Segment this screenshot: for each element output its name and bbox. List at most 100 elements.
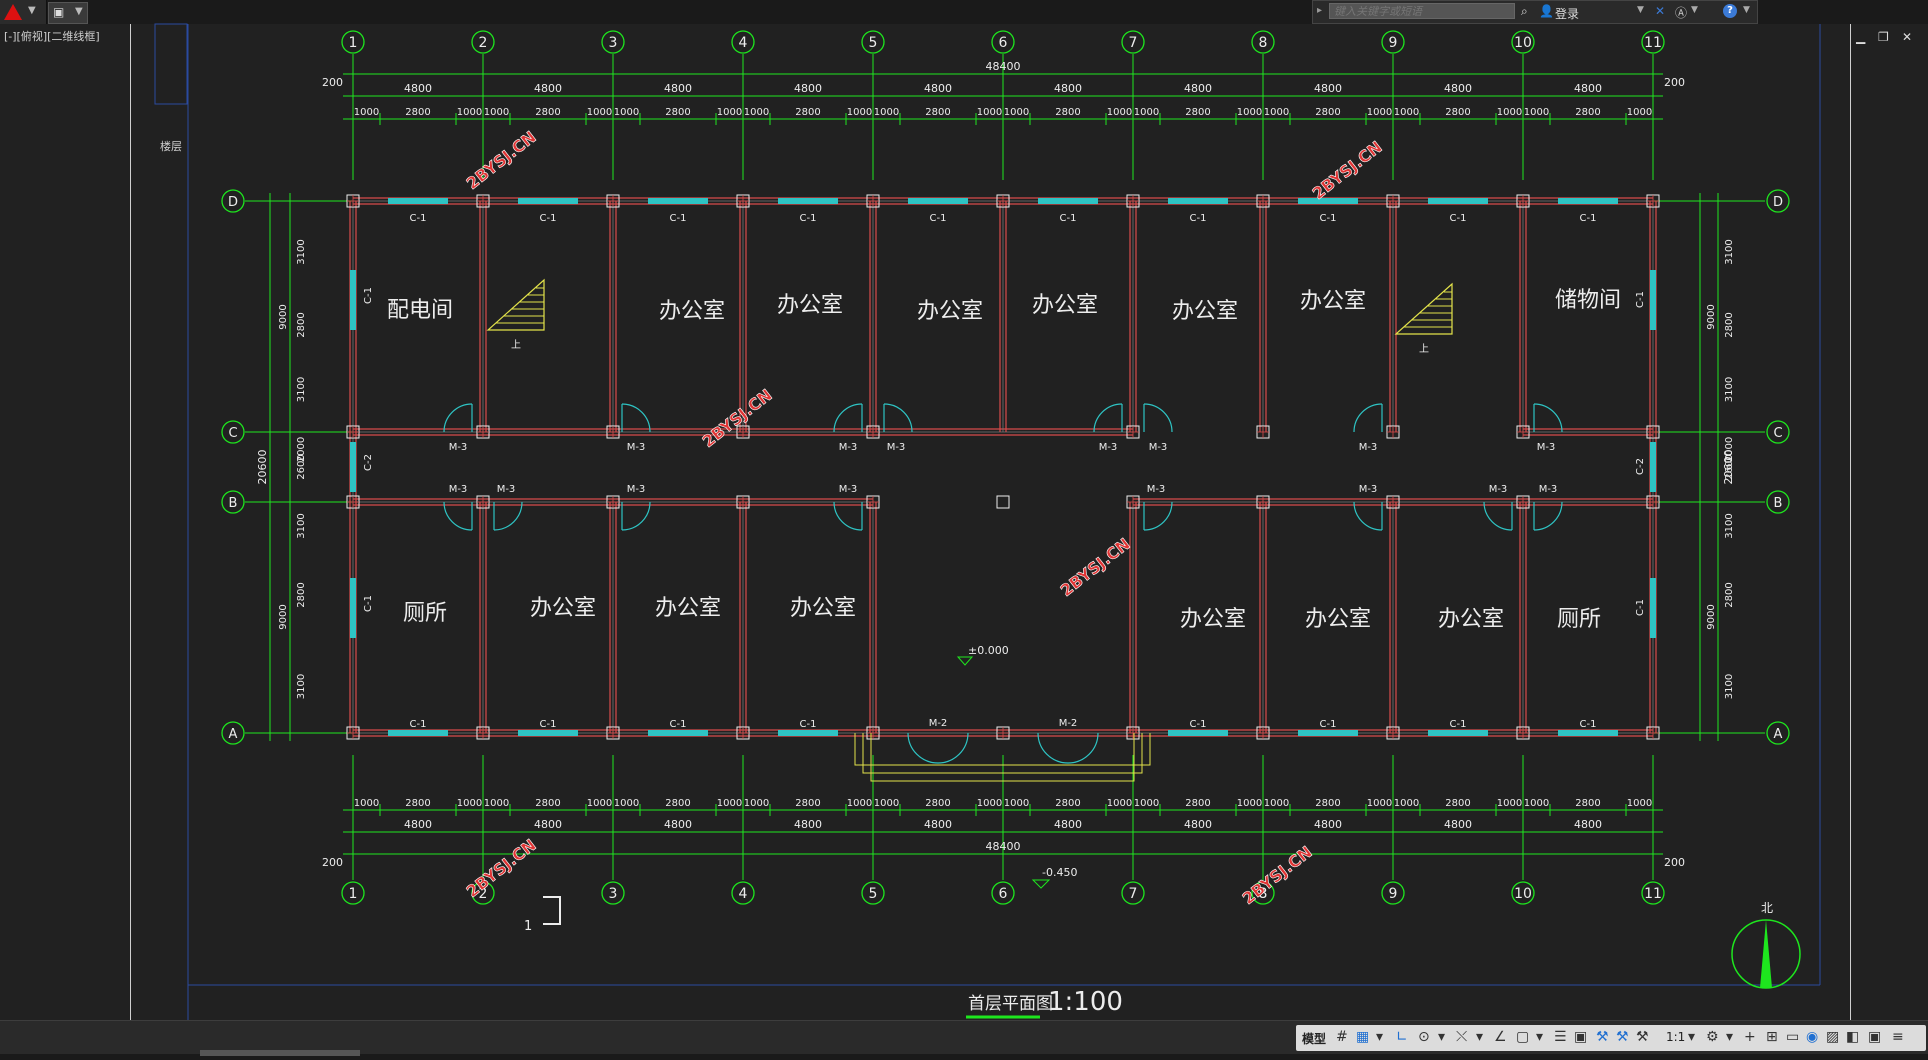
axis-label: 4 xyxy=(739,886,748,902)
dim-sub: 1000 xyxy=(1497,798,1522,809)
axis-label: D xyxy=(228,195,238,210)
window-label: C-1 xyxy=(363,287,374,304)
axis-label: 4 xyxy=(739,35,748,51)
axis-label: 3 xyxy=(609,886,618,902)
ortho-icon[interactable]: ∟ xyxy=(1396,1029,1408,1045)
dim-sub: 2800 xyxy=(795,107,820,118)
door-label: M-3 xyxy=(449,442,468,453)
dim-bay: 4800 xyxy=(1184,82,1212,95)
axis-label: 6 xyxy=(999,886,1008,902)
dim-bay: 4800 xyxy=(794,818,822,831)
watermark: 2BYSJ.CN xyxy=(1309,137,1386,203)
dim-bay: 4800 xyxy=(1054,818,1082,831)
drawing-scale: 1:100 xyxy=(1048,987,1123,1017)
door-swing xyxy=(493,501,523,531)
window xyxy=(1298,198,1358,204)
model-space-button[interactable]: 模型 xyxy=(1302,1030,1326,1047)
dim-sub: 1000 xyxy=(1524,107,1549,118)
section-mark-symbol xyxy=(543,896,561,925)
transparency-icon[interactable]: ▣ xyxy=(1574,1029,1587,1045)
annotation-scale-value[interactable]: 1:1 xyxy=(1666,1030,1685,1044)
customization-menu-icon[interactable]: ≡ xyxy=(1892,1029,1904,1045)
door-swing xyxy=(1143,501,1173,531)
level-mark xyxy=(1031,879,1051,889)
dim-bay: 4800 xyxy=(534,818,562,831)
chevron-down-icon[interactable]: ▾ xyxy=(1376,1029,1383,1045)
dim-sub: 1000 xyxy=(717,107,742,118)
lineweight-icon[interactable]: ☰ xyxy=(1554,1029,1567,1045)
lock-ui-icon[interactable]: ◉ xyxy=(1806,1029,1818,1045)
quick-properties-icon[interactable]: ▭ xyxy=(1786,1029,1799,1045)
annotation-scale-icon[interactable]: ⚒ xyxy=(1636,1029,1649,1045)
dim-sub: 2800 xyxy=(925,798,950,809)
horizontal-scrollbar[interactable] xyxy=(200,1050,360,1056)
window xyxy=(1168,198,1228,204)
door-swing xyxy=(1037,732,1069,764)
annotation-monitor-icon[interactable]: + xyxy=(1744,1029,1756,1045)
room-label: 办公室 xyxy=(1300,289,1366,314)
window xyxy=(1038,198,1098,204)
dim-depth: 2800 xyxy=(1724,582,1735,607)
dim-sub: 1000 xyxy=(587,798,612,809)
grid-icon[interactable]: # xyxy=(1336,1029,1348,1045)
door-swing xyxy=(1353,403,1383,433)
door-label: M-3 xyxy=(1539,484,1558,495)
dim-edge: 200 xyxy=(1664,856,1685,869)
isolate-objects-icon[interactable]: ▨ xyxy=(1826,1029,1839,1045)
axis-label: 10 xyxy=(1514,35,1532,51)
dim-sub: 1000 xyxy=(484,107,509,118)
room-label: 配电间 xyxy=(387,298,453,323)
clean-screen-icon[interactable]: ▣ xyxy=(1868,1029,1881,1045)
level-label: ±0.000 xyxy=(968,644,1009,657)
dim-depth-bay: 9000 xyxy=(278,304,289,329)
window-label: C-1 xyxy=(1635,599,1646,616)
door-label: M-3 xyxy=(1537,442,1556,453)
axis-label: 5 xyxy=(869,886,878,902)
window xyxy=(778,198,838,204)
hardware-acceleration-icon[interactable]: ◧ xyxy=(1846,1029,1859,1045)
dim-bay: 4800 xyxy=(534,82,562,95)
chevron-down-icon[interactable]: ▾ xyxy=(1536,1029,1543,1045)
polar-icon[interactable]: ⊙ xyxy=(1418,1029,1430,1045)
dim-sub: 1000 xyxy=(484,798,509,809)
axis-label: 6 xyxy=(999,35,1008,51)
snap-icon[interactable]: ▦ xyxy=(1356,1029,1369,1045)
drawing-canvas[interactable]: 楼层 48400200 20048001000 2800 100048001000 28… xyxy=(0,0,1928,1060)
dim-total: 48400 xyxy=(986,840,1021,853)
object-snap-tracking-icon[interactable]: ∠ xyxy=(1494,1029,1507,1045)
window xyxy=(1558,198,1618,204)
layer-widget[interactable] xyxy=(154,23,188,105)
dim-sub: 1000 xyxy=(1627,798,1652,809)
dim-sub: 2800 xyxy=(1055,107,1080,118)
axis-label: 10 xyxy=(1514,886,1532,902)
chevron-down-icon[interactable]: ▾ xyxy=(1476,1029,1483,1045)
isodraft-icon[interactable]: ⤬ xyxy=(1456,1029,1467,1045)
door-label: M-3 xyxy=(839,442,858,453)
units-icon[interactable]: ⊞ xyxy=(1766,1029,1778,1045)
window xyxy=(908,198,968,204)
axis-label: 9 xyxy=(1389,886,1398,902)
workspace-gear-icon[interactable]: ⚙ xyxy=(1706,1029,1719,1045)
chevron-down-icon[interactable]: ▾ xyxy=(1726,1029,1733,1045)
chevron-down-icon[interactable]: ▾ xyxy=(1688,1029,1695,1045)
watermark: 2BYSJ.CN xyxy=(1239,842,1316,908)
room-label: 办公室 xyxy=(655,596,721,621)
object-snap-icon[interactable]: ▢ xyxy=(1516,1029,1529,1045)
annotation-visibility-icon[interactable]: ⚒ xyxy=(1596,1029,1609,1045)
dim-depth-bay: 9000 xyxy=(278,604,289,629)
dim-depth: 3100 xyxy=(296,377,307,402)
dim-sub: 1000 xyxy=(977,798,1002,809)
window-label: C-1 xyxy=(410,719,427,730)
dim-sub: 1000 xyxy=(1107,798,1132,809)
dim-edge: 200 xyxy=(322,76,343,89)
door-label: M-3 xyxy=(1099,442,1118,453)
dim-sub: 1000 xyxy=(717,798,742,809)
dim-sub: 1000 xyxy=(354,798,379,809)
window xyxy=(388,730,448,736)
window-label: C-1 xyxy=(1450,213,1467,224)
window xyxy=(1298,730,1358,736)
auto-scale-icon[interactable]: ⚒ xyxy=(1616,1029,1629,1045)
dim-bay: 4800 xyxy=(1444,818,1472,831)
dim-sub: 2800 xyxy=(405,107,430,118)
chevron-down-icon[interactable]: ▾ xyxy=(1438,1029,1445,1045)
